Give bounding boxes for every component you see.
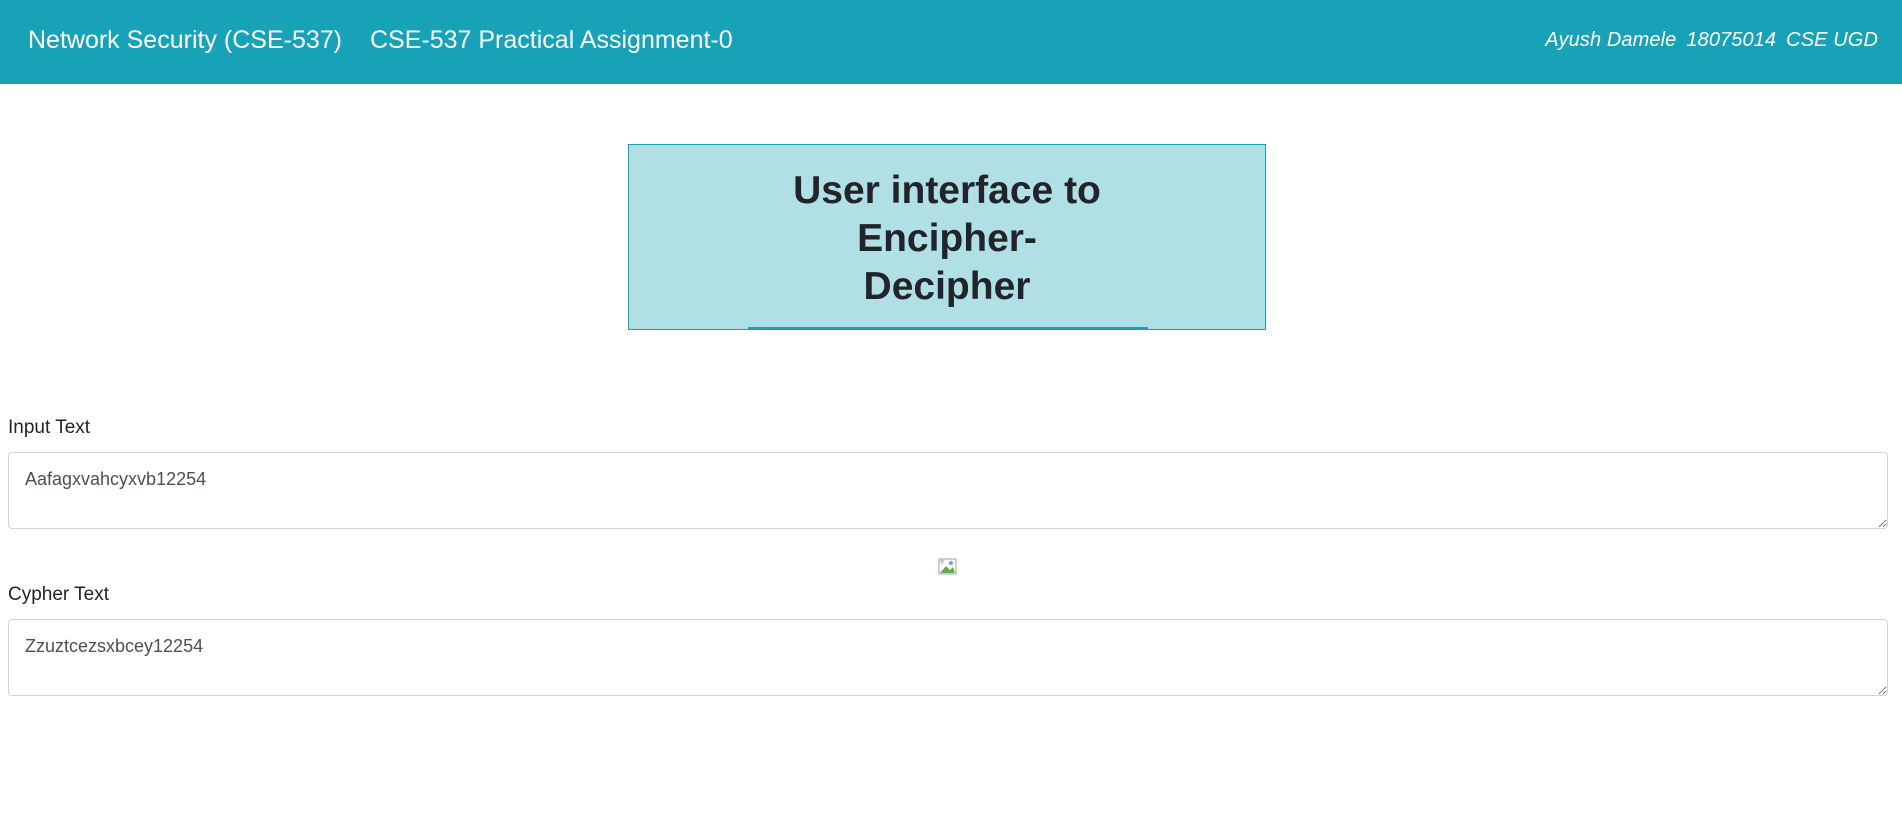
broken-image-icon <box>938 558 957 575</box>
page-title-line-3: Decipher <box>863 265 1031 308</box>
title-box: User interface to Encipher- Decipher <box>628 144 1266 330</box>
page-title-line-1: User interface to <box>793 169 1101 212</box>
title-underline <box>748 327 1148 329</box>
navbar-brand[interactable]: Network Security (CSE-537) <box>28 24 342 56</box>
author-roll: 18075014 <box>1686 29 1777 51</box>
page-title-line-2: Encipher- <box>857 217 1037 260</box>
cypher-text-field[interactable]: Zzuztcezsxbcey12254 <box>8 619 1888 696</box>
input-text-label: Input Text <box>8 417 91 438</box>
author-name: Ayush Damele <box>1545 29 1677 51</box>
navbar: Network Security (CSE-537) CSE-537 Pract… <box>0 0 1902 84</box>
author-info: Ayush Damele 18075014 CSE UGD <box>1545 26 1878 54</box>
cypher-text-label: Cypher Text <box>8 584 110 605</box>
nav-link-assignment[interactable]: CSE-537 Practical Assignment-0 <box>370 24 733 56</box>
page-title: User interface to Encipher- Decipher <box>779 167 1115 311</box>
author-dept: CSE UGD <box>1786 29 1878 51</box>
input-text-field[interactable]: Aafagxvahcyxvb12254 <box>8 452 1888 529</box>
